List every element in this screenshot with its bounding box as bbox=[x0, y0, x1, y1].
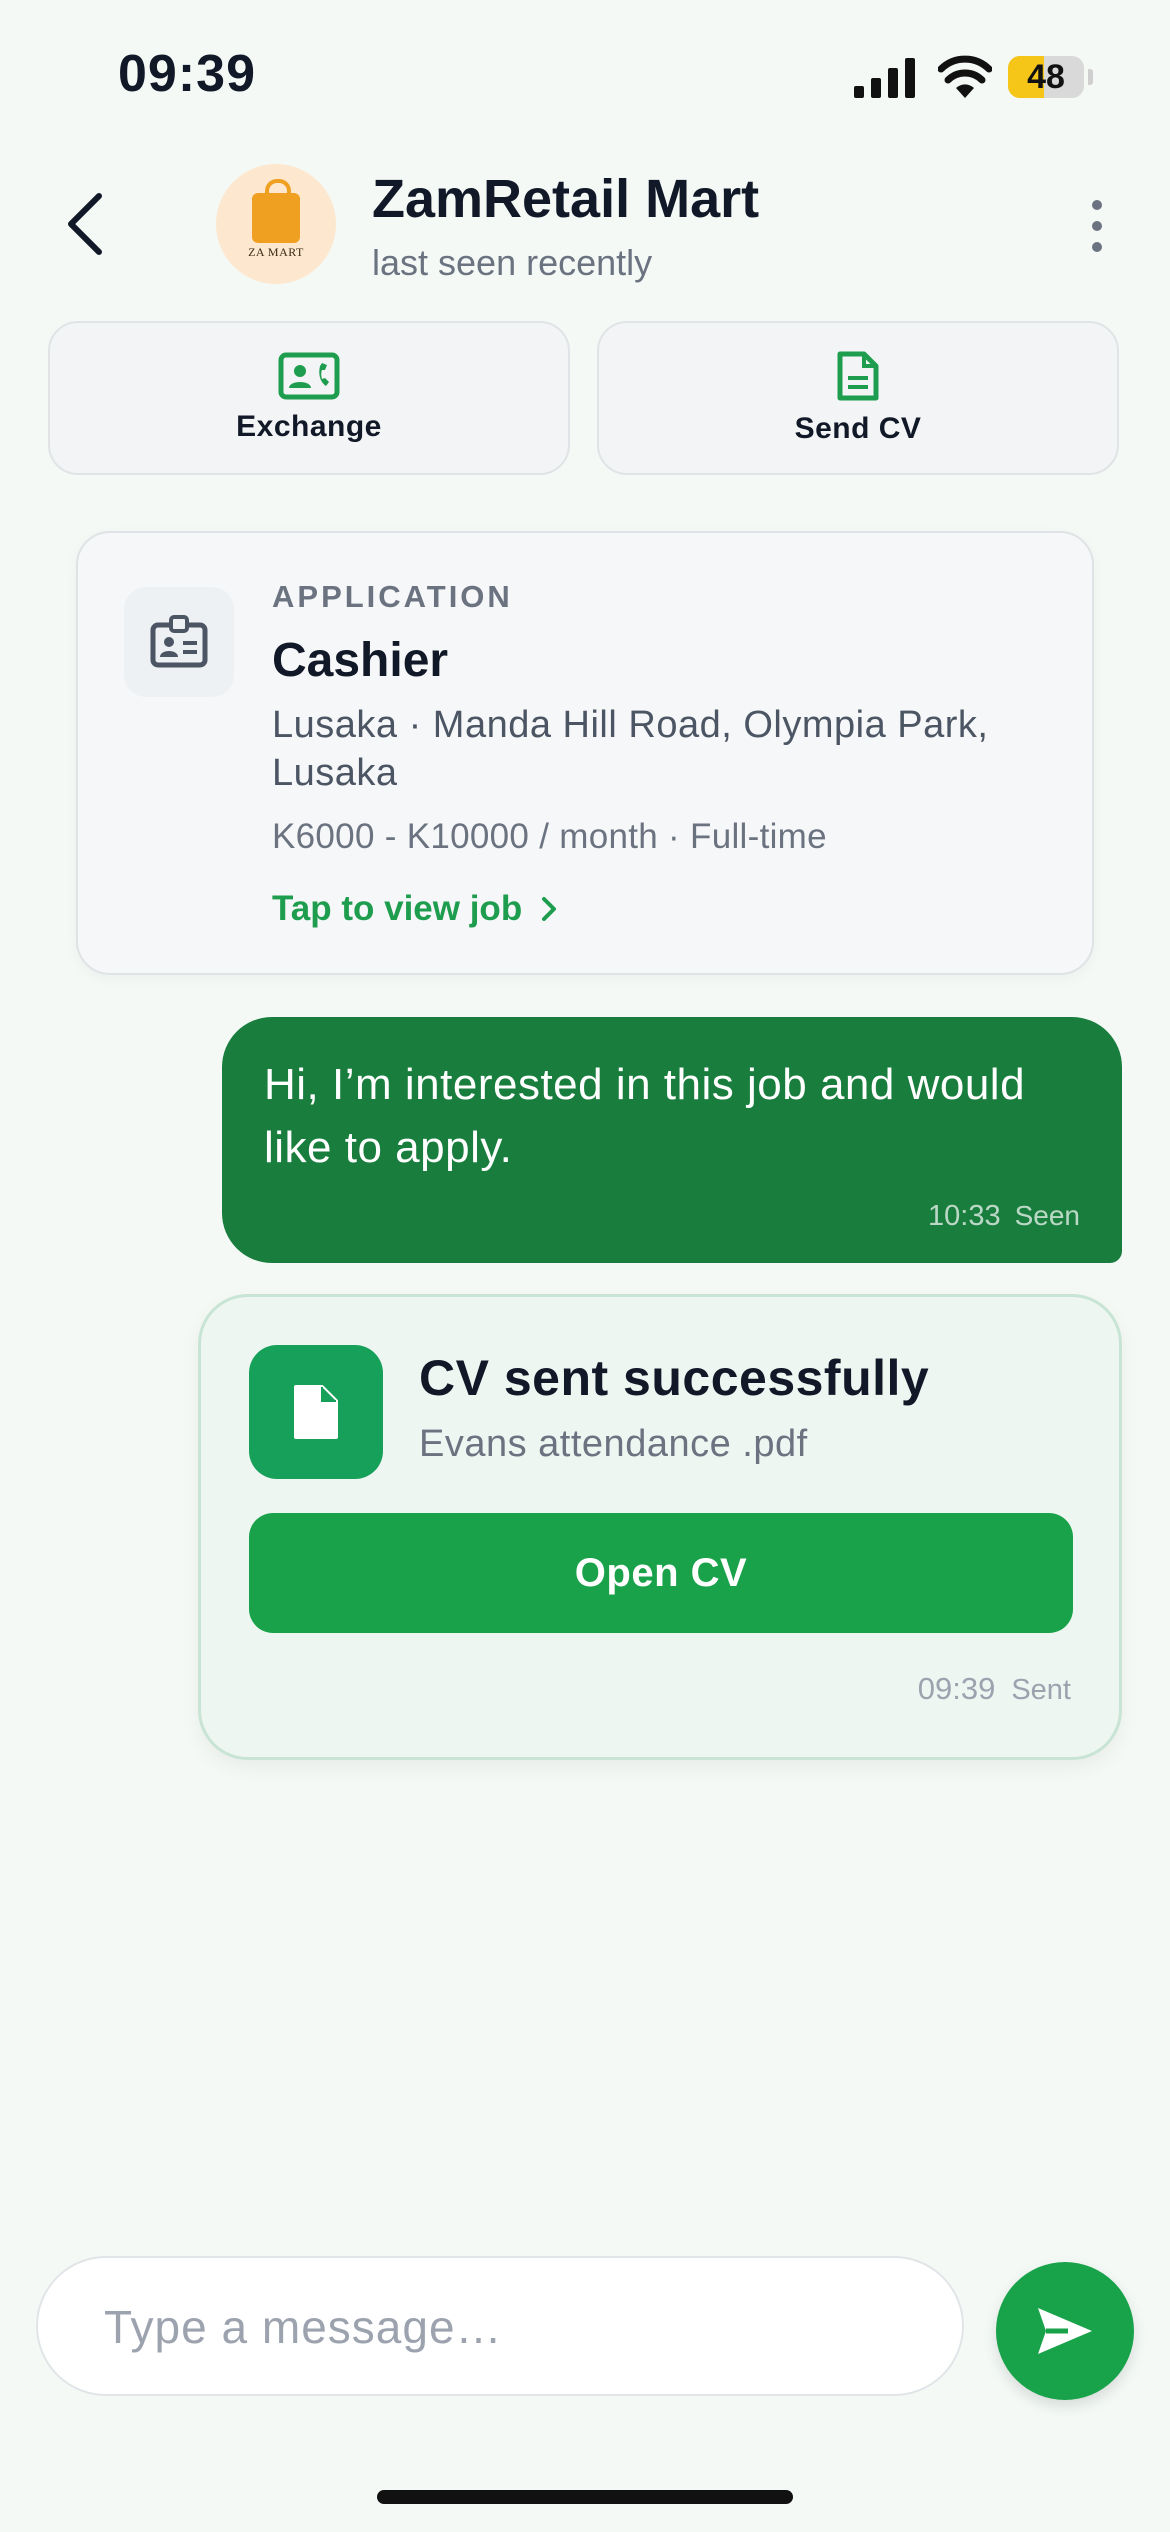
message-status: Seen bbox=[1014, 1200, 1080, 1231]
contact-status: last seen recently bbox=[372, 242, 653, 283]
send-icon bbox=[1038, 2308, 1092, 2354]
view-job-link[interactable]: Tap to view job bbox=[272, 889, 564, 929]
exchange-button[interactable]: Exchange bbox=[48, 321, 570, 475]
file-icon bbox=[249, 1345, 383, 1479]
battery-percentage: 48 bbox=[1027, 58, 1065, 96]
cv-status: Sent bbox=[1011, 1674, 1071, 1706]
message-meta: 10:33 Seen bbox=[928, 1200, 1080, 1233]
back-button[interactable] bbox=[50, 182, 120, 266]
status-time: 09:39 bbox=[118, 45, 256, 103]
wifi-icon bbox=[938, 55, 992, 98]
message-composer bbox=[36, 2256, 964, 2396]
job-salary: K6000 - K10000 / month · Full-time bbox=[272, 817, 827, 856]
exchange-label: Exchange bbox=[236, 410, 382, 443]
avatar[interactable]: ZA MART bbox=[216, 164, 336, 284]
chevron-right-icon bbox=[542, 897, 557, 921]
battery-indicator: 48 bbox=[1008, 56, 1093, 98]
send-cv-button[interactable]: Send CV bbox=[597, 321, 1119, 475]
send-button[interactable] bbox=[996, 2262, 1134, 2400]
cv-filename: Evans attendance .pdf bbox=[419, 1423, 808, 1465]
shopping-bag-icon bbox=[252, 178, 300, 243]
send-cv-label: Send CV bbox=[794, 412, 922, 445]
job-location: Lusaka · Manda Hill Road, Olympia Park, … bbox=[272, 704, 989, 794]
home-indicator bbox=[377, 2490, 793, 2504]
cv-sent-card: CV sent successfully Evans attendance .p… bbox=[198, 1294, 1122, 1760]
job-title: Cashier bbox=[272, 634, 449, 687]
id-badge-icon bbox=[124, 587, 234, 697]
cellular-signal-icon bbox=[854, 58, 915, 98]
cv-status-title: CV sent successfully bbox=[419, 1350, 930, 1406]
chevron-left-icon bbox=[68, 193, 102, 255]
application-eyebrow: APPLICATION bbox=[272, 579, 513, 614]
job-application-card[interactable]: APPLICATION Cashier Lusaka · Manda Hill … bbox=[76, 531, 1094, 975]
document-icon bbox=[837, 351, 879, 401]
message-input[interactable] bbox=[102, 2258, 926, 2396]
contact-card-phone-icon bbox=[278, 352, 340, 400]
cv-time: 09:39 bbox=[917, 1671, 996, 1706]
view-job-label: Tap to view job bbox=[272, 889, 523, 928]
open-cv-button[interactable]: Open CV bbox=[249, 1513, 1073, 1633]
contact-name[interactable]: ZamRetail Mart bbox=[372, 168, 759, 230]
more-options-button[interactable] bbox=[1082, 196, 1112, 256]
more-vertical-icon bbox=[1092, 200, 1102, 210]
message-text: Hi, I’m interested in this job and would… bbox=[264, 1060, 1026, 1172]
message-time: 10:33 bbox=[928, 1200, 1001, 1232]
outgoing-message[interactable]: Hi, I’m interested in this job and would… bbox=[222, 1017, 1122, 1263]
cv-meta: 09:39 Sent bbox=[918, 1671, 1071, 1707]
avatar-logo: ZA MART bbox=[248, 244, 304, 259]
